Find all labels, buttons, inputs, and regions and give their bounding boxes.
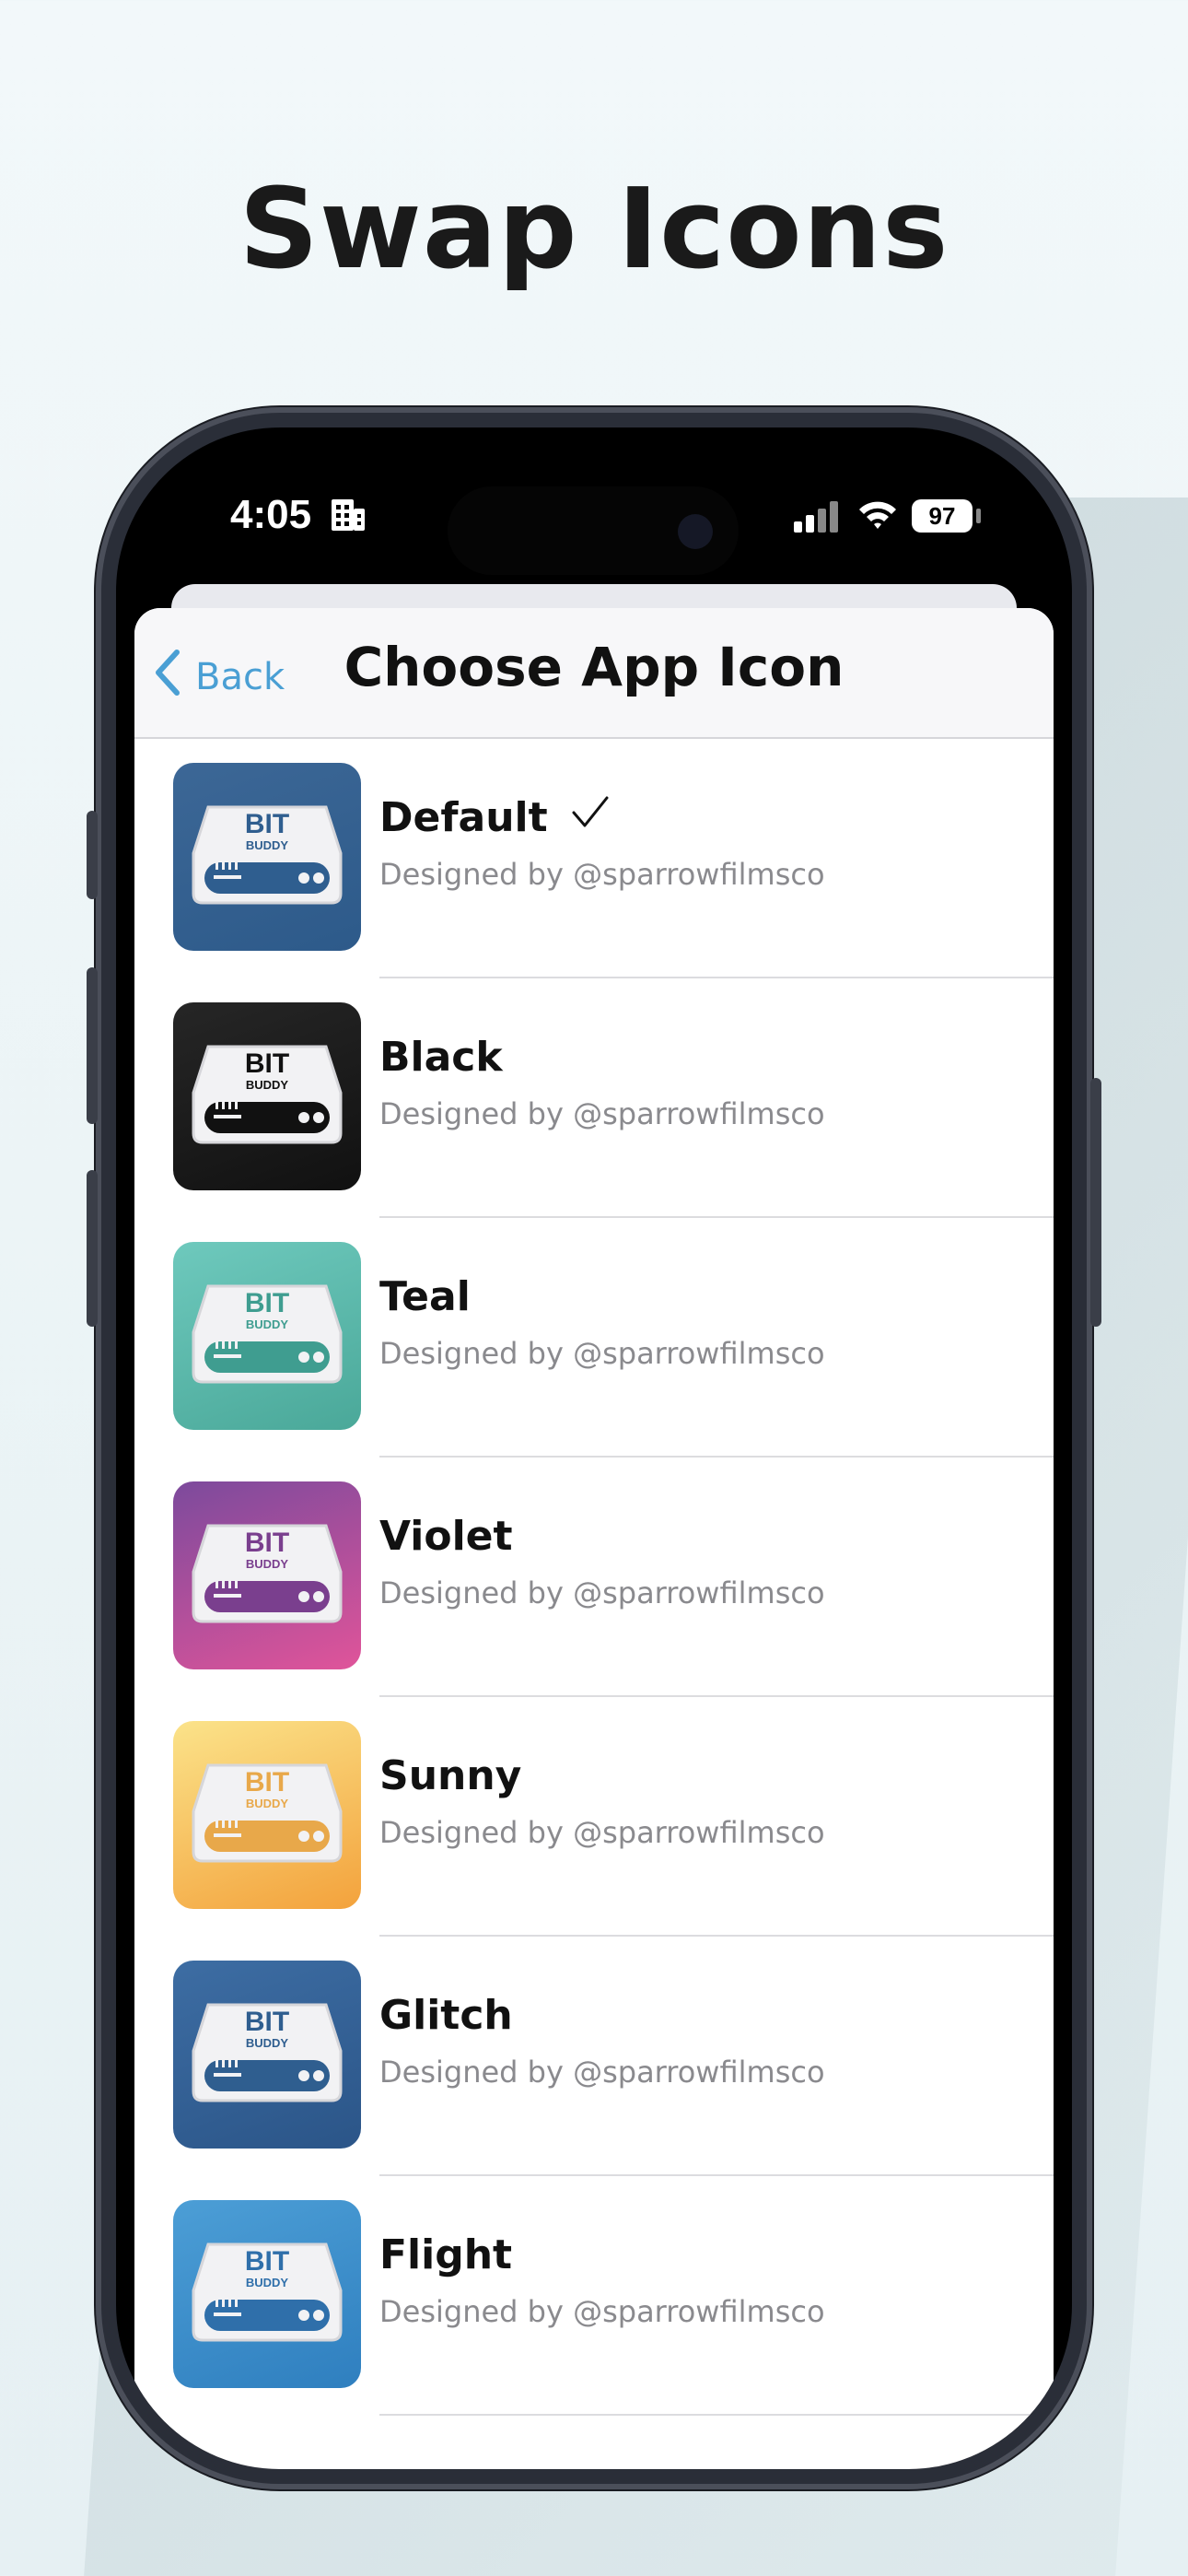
hard-drive-icon: BIT BUDDY — [192, 1763, 343, 1863]
icon-name: Black — [379, 1034, 503, 1081]
icon-name: Default — [379, 794, 548, 841]
volume-down-button — [87, 1170, 98, 1327]
hard-drive-icon: BIT BUDDY — [192, 1284, 343, 1384]
status-time: 4:05 — [230, 492, 312, 537]
icon-buddy-label: BUDDY — [246, 838, 289, 852]
icon-buddy-label: BUDDY — [246, 1797, 289, 1810]
cellular-signal-icon — [792, 501, 842, 536]
app-icon-preview: BIT BUDDY — [173, 1242, 361, 1430]
front-camera — [678, 514, 713, 549]
icon-bit-label: BIT — [245, 2246, 289, 2277]
checkmark-icon — [570, 794, 611, 841]
icon-option-teal[interactable]: BIT BUDDY Teal Designed by @sparrowfilms… — [134, 1218, 1054, 1458]
app-icon-preview: BIT BUDDY — [173, 1961, 361, 2149]
icon-name-row: Teal — [379, 1273, 471, 1320]
icon-designer-credit: Designed by @sparrowfilmsco — [379, 2294, 825, 2329]
icon-buddy-label: BUDDY — [246, 1317, 289, 1331]
icon-name: Flight — [379, 2231, 513, 2278]
icon-name-row: Sunny — [379, 1752, 521, 1799]
icon-designer-credit: Designed by @sparrowfilmsco — [379, 1815, 825, 1850]
icon-bit-label: BIT — [245, 1288, 289, 1318]
icon-picker-sheet: Back Choose App Icon BIT BUDDY Default D… — [134, 608, 1054, 2469]
icon-name: Violet — [379, 1513, 513, 1560]
icon-bit-label: BIT — [245, 809, 289, 839]
phone-screen: 4:05 97 Back Choose App Icon BIT BUDDY D… — [116, 427, 1072, 2469]
icon-list: BIT BUDDY Default Designed by @sparrowfi… — [134, 739, 1054, 2416]
icon-buddy-label: BUDDY — [246, 2036, 289, 2050]
icon-designer-credit: Designed by @sparrowfilmsco — [379, 1336, 825, 1371]
hard-drive-icon: BIT BUDDY — [192, 1524, 343, 1623]
battery-nub — [976, 509, 981, 523]
hard-drive-icon: BIT BUDDY — [192, 1045, 343, 1144]
icon-name-row: Violet — [379, 1513, 513, 1560]
icon-name: Sunny — [379, 1752, 522, 1799]
icon-option-violet[interactable]: BIT BUDDY Violet Designed by @sparrowfil… — [134, 1458, 1054, 1697]
hard-drive-icon: BIT BUDDY — [192, 805, 343, 905]
icon-option-default[interactable]: BIT BUDDY Default Designed by @sparrowfi… — [134, 739, 1054, 978]
navigation-bar: Back Choose App Icon — [134, 608, 1054, 739]
app-icon-preview: BIT BUDDY — [173, 2200, 361, 2388]
app-icon-preview: BIT BUDDY — [173, 1002, 361, 1190]
app-icon-preview: BIT BUDDY — [173, 1481, 361, 1669]
hard-drive-icon: BIT BUDDY — [192, 2242, 343, 2342]
icon-bit-label: BIT — [245, 2007, 289, 2037]
app-icon-preview: BIT BUDDY — [173, 1721, 361, 1909]
icon-buddy-label: BUDDY — [246, 1078, 289, 1092]
icon-name: Teal — [379, 1273, 471, 1320]
icon-name-row: Black — [379, 1034, 503, 1081]
icon-option-glitch[interactable]: BIT BUDDY Glitch Designed by @sparrowfil… — [134, 1937, 1054, 2176]
hard-drive-icon: BIT BUDDY — [192, 2003, 343, 2102]
app-icon-preview: BIT BUDDY — [173, 763, 361, 951]
icon-option-flight[interactable]: BIT BUDDY Flight Designed by @sparrowfil… — [134, 2176, 1054, 2416]
icon-buddy-label: BUDDY — [246, 1557, 289, 1571]
battery-indicator: 97 — [912, 499, 973, 533]
icon-option-sunny[interactable]: BIT BUDDY Sunny Designed by @sparrowfilm… — [134, 1697, 1054, 1937]
icon-name-row: Flight — [379, 2231, 512, 2278]
page-title: Choose App Icon — [344, 636, 844, 698]
status-bar: 4:05 97 — [116, 427, 1072, 593]
icon-name: Glitch — [379, 1992, 513, 2039]
icon-designer-credit: Designed by @sparrowfilmsco — [379, 857, 825, 892]
icon-bit-label: BIT — [245, 1528, 289, 1558]
volume-up-button — [87, 967, 98, 1124]
icon-name-row: Glitch — [379, 1992, 513, 2039]
mute-switch — [87, 811, 98, 899]
icon-buddy-label: BUDDY — [246, 2276, 289, 2289]
building-icon — [330, 498, 367, 536]
icon-option-black[interactable]: BIT BUDDY Black Designed by @sparrowfilm… — [134, 978, 1054, 1218]
row-divider — [379, 2414, 1054, 2416]
icon-name-row: Default — [379, 794, 611, 841]
icon-designer-credit: Designed by @sparrowfilmsco — [379, 1096, 825, 1131]
page-headline: Swap Icons — [239, 166, 949, 294]
icon-bit-label: BIT — [245, 1767, 289, 1797]
icon-designer-credit: Designed by @sparrowfilmsco — [379, 1575, 825, 1610]
power-button — [1090, 1078, 1101, 1327]
icon-bit-label: BIT — [245, 1048, 289, 1079]
wifi-icon — [856, 498, 899, 536]
icon-designer-credit: Designed by @sparrowfilmsco — [379, 2055, 825, 2090]
